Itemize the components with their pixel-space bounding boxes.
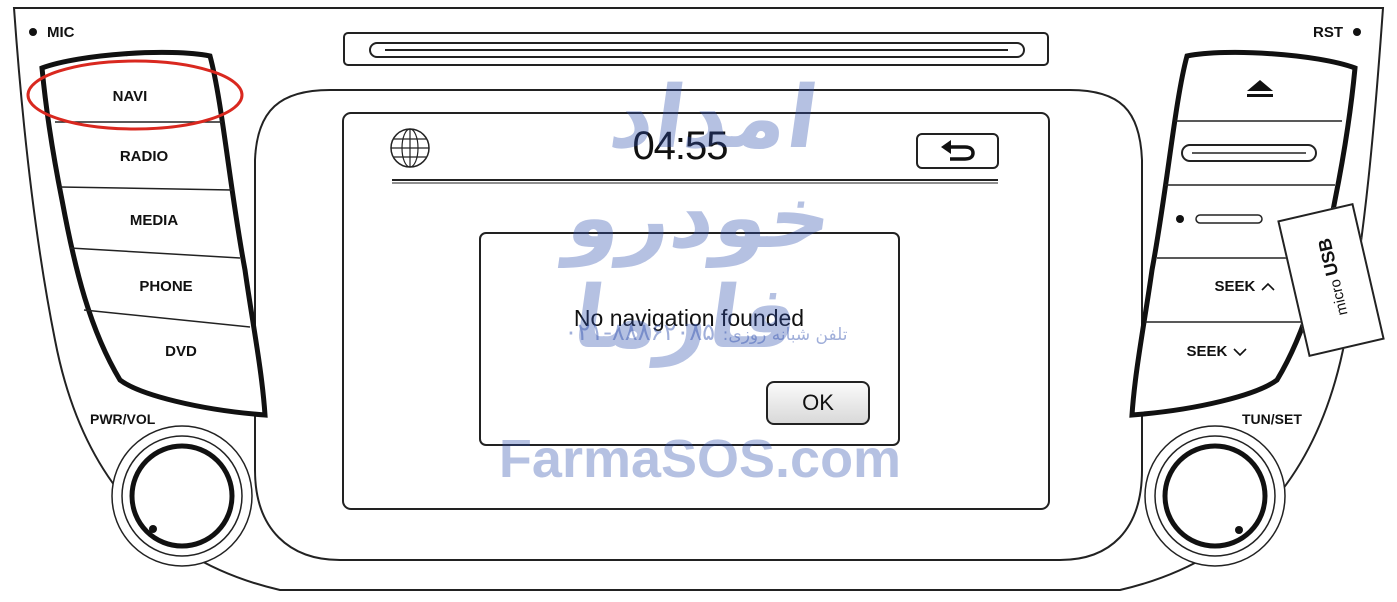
dvd-button[interactable]: DVD	[131, 343, 231, 360]
media-button[interactable]: MEDIA	[104, 212, 204, 229]
mic-label: MIC	[47, 24, 75, 41]
navi-button[interactable]: NAVI	[80, 88, 180, 105]
tun-set-knob[interactable]	[1144, 425, 1286, 567]
seek-up-button[interactable]: SEEK	[1190, 278, 1300, 295]
watermark-site: FarmaSOS.com	[498, 429, 902, 489]
chevron-down-icon	[1232, 348, 1247, 357]
micro-usb-label: micro USB	[1314, 236, 1352, 318]
watermark-phone-caption: تلفن شبانه روزی:	[722, 325, 848, 345]
chevron-up-icon	[1260, 282, 1275, 291]
ok-button[interactable]: OK	[766, 381, 870, 425]
watermark-phone: ۰۲۱-۸۸۸۶۲۰۸۵ تلفن شبانه روزی:	[486, 318, 926, 346]
globe-icon[interactable]	[390, 128, 430, 168]
seek-down-label: SEEK	[1186, 343, 1228, 360]
cd-slot-icon[interactable]	[343, 32, 1049, 66]
tun-set-label: TUN/SET	[1242, 411, 1302, 427]
watermark-phone-number: ۰۲۱-۸۸۸۶۲۰۸۵	[564, 318, 716, 346]
seek-down-button[interactable]: SEEK	[1162, 343, 1272, 360]
radio-button[interactable]: RADIO	[94, 148, 194, 165]
head-unit-diagram: MIC RST PWR/VOL TUN/SET NAVI RADIO MEDIA…	[0, 0, 1397, 602]
pwr-vol-label: PWR/VOL	[90, 411, 156, 427]
phone-button[interactable]: PHONE	[116, 278, 216, 295]
aux-port-icon[interactable]	[1195, 214, 1263, 224]
seek-up-label: SEEK	[1214, 278, 1256, 295]
pwr-vol-knob[interactable]	[111, 425, 253, 567]
rst-label[interactable]: RST	[1313, 24, 1343, 41]
